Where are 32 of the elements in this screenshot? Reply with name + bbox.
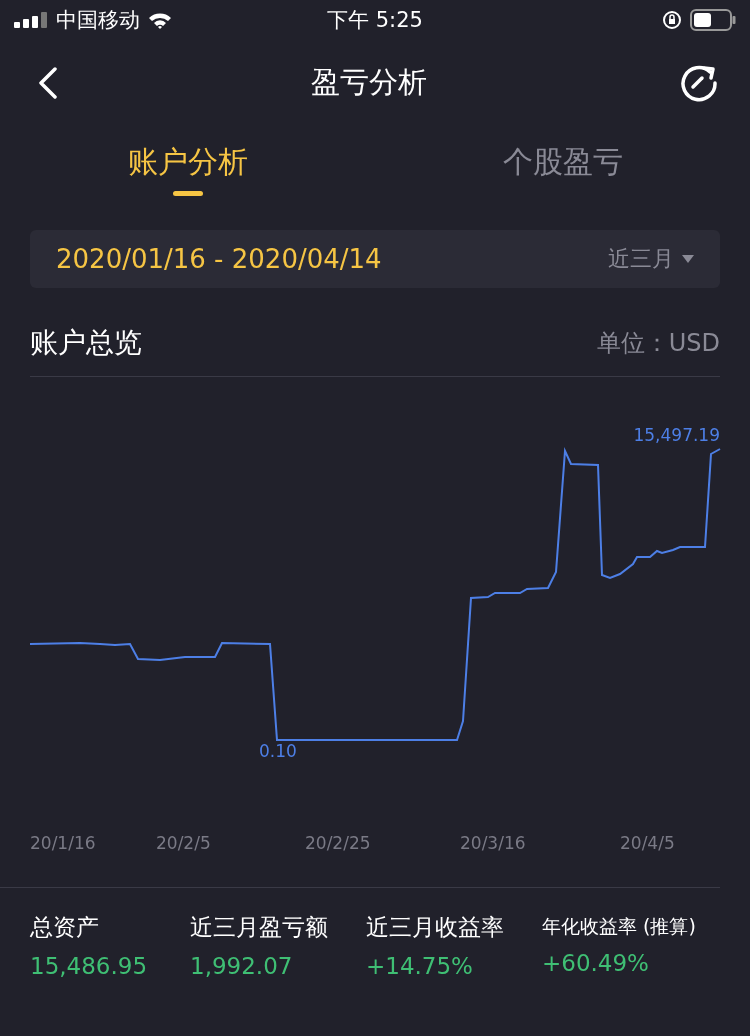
max-value-label: 15,497.19 xyxy=(633,425,720,445)
axis-label: 20/1/16 xyxy=(30,833,96,853)
min-value-label: 0.10 xyxy=(259,741,297,761)
wifi-icon xyxy=(148,11,172,29)
stat-value: +14.75% xyxy=(366,953,474,979)
date-range-bar[interactable]: 2020/01/16 - 2020/04/14 近三月 xyxy=(30,230,720,288)
clock-time: 下午 5:25 xyxy=(327,7,423,34)
tab[interactable]: 个股盈亏 xyxy=(375,126,750,206)
stat-value: +60.49% xyxy=(542,950,650,976)
axis-label: 20/2/25 xyxy=(305,833,371,853)
stat-value: 1,992.07 xyxy=(190,953,294,979)
rotation-lock-icon xyxy=(662,10,682,30)
signal-icon xyxy=(14,12,48,28)
refresh-icon[interactable] xyxy=(680,64,718,102)
period-dropdown[interactable]: 近三月 xyxy=(608,244,694,274)
stat-label: 年化收益率 (推算) xyxy=(542,914,697,939)
tab[interactable]: 账户分析 xyxy=(0,126,375,206)
stat-label: 总资产 xyxy=(30,913,100,942)
axis-label: 20/4/5 xyxy=(620,833,675,853)
stat-label: 近三月盈亏额 xyxy=(190,913,329,942)
battery-icon xyxy=(690,9,736,31)
carrier-name: 中国移动 xyxy=(56,7,140,34)
date-range: 2020/01/16 - 2020/04/14 xyxy=(56,244,382,274)
page-title: 盈亏分析 xyxy=(311,64,427,101)
stat-value: 15,486.95 xyxy=(30,953,149,979)
axis-label: 20/2/5 xyxy=(156,833,211,853)
stat-label: 近三月收益率 xyxy=(366,913,505,942)
section-title: 账户总览 xyxy=(30,325,142,361)
unit-label: 单位：USD xyxy=(596,328,720,359)
caret-icon xyxy=(682,255,694,263)
back-icon[interactable] xyxy=(38,67,58,99)
axis-label: 20/3/16 xyxy=(460,833,526,853)
